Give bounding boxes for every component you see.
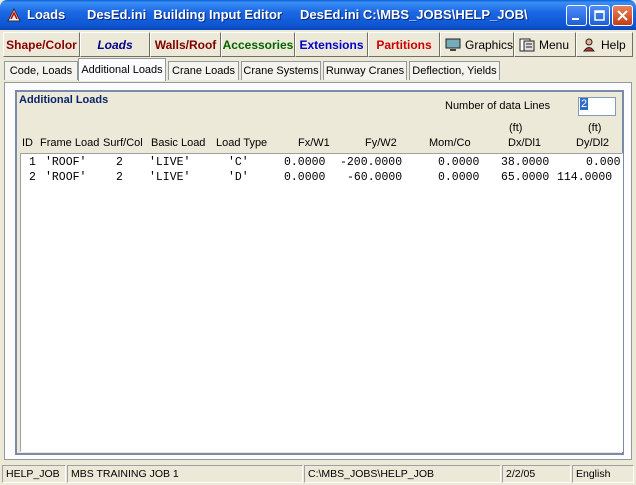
row-2-frame-load[interactable]: 'ROOF' — [45, 171, 86, 184]
tab-runway-cranes[interactable]: Runway Cranes — [323, 61, 407, 80]
graphics-button[interactable]: Graphics — [440, 32, 514, 57]
tab-code-loads[interactable]: Code, Loads — [4, 61, 78, 80]
help-person-icon — [583, 38, 595, 51]
row-2-fy[interactable]: -60.0000 — [347, 171, 402, 184]
col-header-fx: Fx/W1 — [298, 137, 330, 149]
tab-crane-loads[interactable]: Crane Loads — [168, 61, 239, 80]
tab-panel: Additional Loads Number of data Lines 2 … — [4, 82, 632, 460]
row-2-dx[interactable]: 65.0000 — [501, 171, 549, 184]
row-1-dx[interactable]: 38.0000 — [501, 156, 549, 169]
col-header-id: ID — [22, 137, 33, 149]
row-2-id[interactable]: 2 — [29, 171, 36, 184]
minimize-icon — [572, 18, 579, 20]
col-header-basic-load: Basic Load — [151, 137, 206, 149]
col-header-frame-load: Frame Load — [40, 137, 100, 149]
row-1-surf-col[interactable]: 2 — [116, 156, 123, 169]
menu-label: Menu — [539, 37, 570, 52]
accessories-button[interactable]: Accessories — [221, 32, 295, 57]
graphics-label: Graphics — [465, 37, 514, 52]
tab-row: Code, Loads Additional Loads Crane Loads… — [0, 58, 636, 82]
col-header-fy: Fy/W2 — [365, 137, 397, 149]
toolbar: Shape/Color Loads Walls/Roof Accessories… — [0, 30, 636, 58]
status-job: HELP_JOB — [2, 465, 66, 483]
shape-color-button[interactable]: Shape/Color — [3, 32, 80, 57]
menu-button[interactable]: Menu — [514, 32, 576, 57]
tab-additional-loads[interactable]: Additional Loads — [78, 58, 166, 81]
status-date: 2/2/05 — [502, 465, 571, 483]
num-lines-value: 2 — [580, 98, 589, 110]
monitor-icon — [445, 38, 461, 51]
col-header-dy: Dy/Dl2 — [576, 137, 610, 149]
status-path: C:\MBS_JOBS\HELP_JOB — [304, 465, 501, 483]
tab-deflection-yields[interactable]: Deflection, Yields — [409, 61, 500, 80]
row-2-load-type[interactable]: 'D' — [228, 171, 249, 184]
row-1-load-type[interactable]: 'C' — [228, 156, 249, 169]
app-name: Loads — [27, 7, 66, 22]
group-title: Additional Loads — [19, 94, 109, 106]
col-header-load-type: Load Type — [216, 137, 268, 149]
walls-roof-button[interactable]: Walls/Roof — [150, 32, 221, 57]
window-caption: DesEd.ini Building Input Editor DesEd.in… — [86, 7, 528, 22]
maximize-icon — [594, 10, 605, 21]
window-title: Loads DesEd.ini Building Input Editor De… — [27, 7, 528, 22]
row-1-frame-load[interactable]: 'ROOF' — [45, 156, 86, 169]
row-2-basic-load[interactable]: 'LIVE' — [149, 171, 190, 184]
row-1-basic-load[interactable]: 'LIVE' — [149, 156, 190, 169]
title-bar: Loads DesEd.ini Building Input Editor De… — [0, 0, 636, 30]
row-1-dy[interactable]: 0.000 — [586, 156, 621, 169]
help-button[interactable]: Help — [576, 32, 633, 57]
row-2-surf-col[interactable]: 2 — [116, 171, 123, 184]
extensions-button[interactable]: Extensions — [295, 32, 368, 57]
row-1-fy[interactable]: -200.0000 — [340, 156, 402, 169]
row-2-mom[interactable]: 0.0000 — [438, 171, 479, 184]
num-lines-label: Number of data Lines — [445, 100, 551, 112]
close-icon — [617, 10, 628, 21]
maximize-button[interactable] — [589, 5, 610, 26]
data-grid[interactable]: 1 'ROOF' 2 'LIVE' 'C' 0.0000 -200.0000 0… — [20, 153, 623, 452]
status-language: English — [572, 465, 634, 483]
menu-icon — [519, 38, 535, 51]
additional-loads-group: Additional Loads Number of data Lines 2 … — [15, 90, 624, 455]
close-button[interactable] — [612, 5, 633, 26]
tab-crane-systems[interactable]: Crane Systems — [241, 61, 321, 80]
status-description: MBS TRAINING JOB 1 — [67, 465, 303, 483]
row-2-fx[interactable]: 0.0000 — [284, 171, 325, 184]
help-label: Help — [601, 37, 626, 52]
app-icon — [7, 7, 21, 22]
col-header-surf-col: Surf/Col — [103, 137, 143, 149]
row-1-id[interactable]: 1 — [29, 156, 36, 169]
col-header-dx: Dx/Dl1 — [508, 137, 542, 149]
row-1-fx[interactable]: 0.0000 — [284, 156, 325, 169]
partitions-button[interactable]: Partitions — [368, 32, 440, 57]
row-2-dy[interactable]: 114.0000 — [557, 171, 612, 184]
row-1-mom[interactable]: 0.0000 — [438, 156, 479, 169]
loads-button[interactable]: Loads — [80, 32, 150, 57]
dy-unit-label: (ft) — [588, 122, 602, 134]
status-bar: HELP_JOB MBS TRAINING JOB 1 C:\MBS_JOBS\… — [0, 463, 636, 485]
col-header-mom: Mom/Co — [429, 137, 471, 149]
num-lines-input[interactable]: 2 — [578, 97, 616, 116]
minimize-button[interactable] — [566, 5, 587, 26]
dx-unit-label: (ft) — [509, 122, 523, 134]
